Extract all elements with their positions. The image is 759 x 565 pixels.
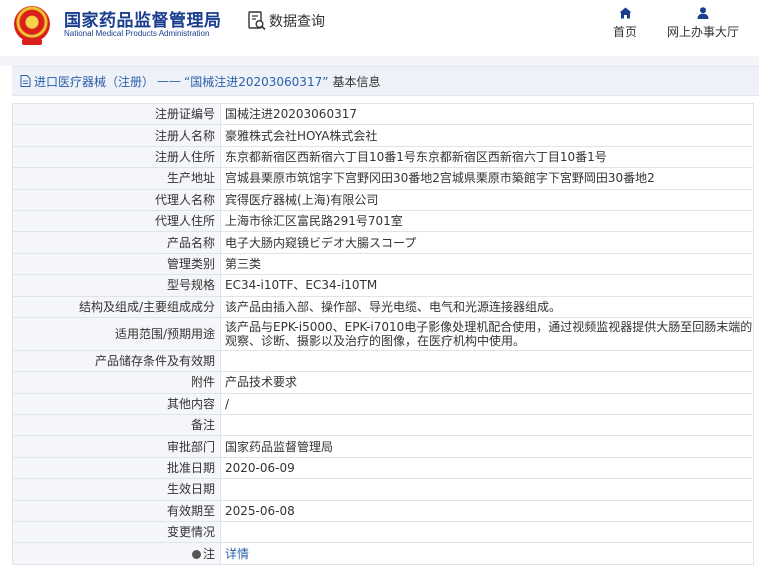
data-query-heading[interactable]: 数据查询	[248, 10, 325, 32]
brand-title[interactable]: 国家药品监督管理局	[64, 6, 222, 31]
table-row: 有效期至 2025-06-08	[12, 499, 754, 523]
details-link[interactable]: 详情	[225, 547, 249, 561]
user-icon	[697, 7, 709, 19]
table-row: 其他内容 /	[12, 392, 754, 416]
field-label: 备注	[12, 414, 221, 437]
table-row: 生效日期	[12, 478, 754, 501]
field-label: 注	[12, 542, 221, 565]
field-label: 其他内容	[12, 392, 221, 416]
field-label: 生产地址	[12, 167, 221, 190]
field-value: 国家药品监督管理局	[220, 435, 754, 458]
table-row: 附件 产品技术要求	[12, 371, 754, 394]
note-label: 注	[202, 546, 215, 561]
field-value: 详情	[220, 542, 754, 565]
field-label: 结构及组成/主要组成成分	[12, 295, 221, 318]
nav-online-service-hall[interactable]: 网上办事大厅	[658, 7, 748, 40]
field-value	[220, 349, 754, 373]
field-value: 2020-06-09	[220, 456, 754, 480]
nav-home-label: 首页	[612, 25, 637, 39]
field-value: 上海市徐汇区富民路291号701室	[220, 209, 754, 233]
table-row: 备注	[12, 414, 754, 437]
bulb-icon	[191, 549, 201, 559]
data-query-label: 数据查询	[269, 14, 325, 30]
table-row: 注册人住所 东京都新宿区西新宿六丁目10番1号东京都新宿区西新宿六丁目10番1号	[12, 145, 754, 169]
field-value: 该产品与EPK-i5000、EPK-i7010电子影像处理机配合使用，通过视频监…	[220, 316, 754, 351]
table-row: 注册人名称 豪雅株式会社HOYA株式会社	[12, 124, 754, 147]
field-label: 变更情况	[12, 521, 221, 544]
table-row: 结构及组成/主要组成成分 该产品由插入部、操作部、导光电缆、电气和光源连接器组成。	[12, 295, 754, 318]
site-header: 国家药品监督管理局 National Medical Products Admi…	[0, 0, 759, 56]
field-label: 有效期至	[12, 499, 221, 523]
field-label: 注册人住所	[12, 145, 221, 169]
table-row: 适用范围/预期用途 该产品与EPK-i5000、EPK-i7010电子影像处理机配…	[12, 316, 754, 351]
table-row: 注册证编号 国械注进20203060317	[12, 102, 754, 126]
field-value: 该产品由插入部、操作部、导光电缆、电气和光源连接器组成。	[220, 295, 754, 318]
field-value: 国械注进20203060317	[220, 102, 754, 126]
field-label: 代理人住所	[12, 209, 221, 233]
field-label: 批准日期	[12, 456, 221, 480]
breadcrumb-separator: ——	[157, 74, 182, 88]
table-row: 代理人住所 上海市徐汇区富民路291号701室	[12, 209, 754, 233]
field-value: 2025-06-08	[220, 499, 754, 523]
field-label: 附件	[12, 371, 221, 394]
field-value	[220, 478, 754, 501]
table-row: 产品名称 电子大肠内窥镜ビデオ大腸スコープ	[12, 231, 754, 254]
table-row: 变更情况	[12, 521, 754, 544]
field-value: /	[220, 392, 754, 416]
breadcrumb: 进口医疗器械（注册） —— “国械注进20203060317” 基本信息	[12, 66, 759, 96]
field-label: 管理类别	[12, 252, 221, 276]
field-value: 产品技术要求	[220, 371, 754, 394]
field-value: 东京都新宿区西新宿六丁目10番1号东京都新宿区西新宿六丁目10番1号	[220, 145, 754, 169]
field-value: 宾得医疗器械(上海)有限公司	[220, 188, 754, 211]
nav-online-service-hall-label: 网上办事大厅	[666, 25, 739, 39]
table-row: 批准日期 2020-06-09	[12, 456, 754, 480]
table-row: 审批部门 国家药品监督管理局	[12, 435, 754, 458]
document-icon	[20, 75, 31, 87]
field-value: 宫城县栗原市筑馆字下宫野冈田30番地2宫城県栗原市築館字下宮野岡田30番地2	[220, 167, 754, 190]
breadcrumb-suffix: 基本信息	[332, 74, 381, 89]
field-label: 注册人名称	[12, 124, 221, 147]
field-label: 注册证编号	[12, 102, 221, 126]
registration-detail-table: 注册证编号 国械注进20203060317 注册人名称 豪雅株式会社HOYA株式会社…	[12, 102, 754, 565]
field-label: 生效日期	[12, 478, 221, 501]
national-emblem-logo	[14, 6, 50, 45]
field-value: EC34-i10TF、EC34-i10TM	[220, 274, 754, 297]
field-label: 适用范围/预期用途	[12, 316, 221, 351]
data-query-icon	[248, 11, 266, 31]
breadcrumb-current: “国械注进20203060317”	[184, 74, 329, 89]
field-value: 豪雅株式会社HOYA株式会社	[220, 124, 754, 147]
field-value: 第三类	[220, 252, 754, 276]
table-row: 代理人名称 宾得医疗器械(上海)有限公司	[12, 188, 754, 211]
field-value	[220, 521, 754, 544]
brand-subtitle: National Medical Products Administration	[64, 29, 210, 38]
field-label: 型号规格	[12, 274, 221, 297]
field-label: 产品名称	[12, 231, 221, 254]
field-value: 电子大肠内窥镜ビデオ大腸スコープ	[220, 231, 754, 254]
table-row: 型号规格 EC34-i10TF、EC34-i10TM	[12, 274, 754, 297]
table-row: 生产地址 宫城县栗原市筑馆字下宫野冈田30番地2宫城県栗原市築館字下宮野岡田30番…	[12, 167, 754, 190]
field-label: 审批部门	[12, 435, 221, 458]
field-label: 代理人名称	[12, 188, 221, 211]
home-icon	[619, 7, 631, 19]
table-row: 注 详情	[12, 542, 754, 565]
field-label: 产品储存条件及有效期	[12, 349, 221, 373]
table-row: 产品储存条件及有效期	[12, 349, 754, 373]
table-row: 管理类别 第三类	[12, 252, 754, 276]
nav-home[interactable]: 首页	[604, 7, 646, 40]
header-separator	[0, 56, 759, 66]
breadcrumb-section-link[interactable]: 进口医疗器械（注册）	[34, 73, 154, 90]
field-value	[220, 414, 754, 437]
